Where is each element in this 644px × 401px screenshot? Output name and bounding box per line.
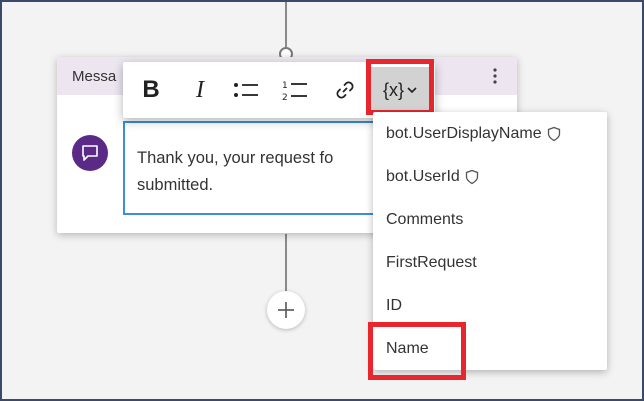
bulleted-list-icon: [234, 83, 258, 97]
menu-item-firstrequest[interactable]: FirstRequest: [386, 249, 477, 277]
card-title: Messa: [72, 68, 117, 85]
highlight-box-variable-button: [366, 59, 434, 115]
more-options-button[interactable]: [485, 65, 505, 87]
shield-icon: [547, 126, 560, 142]
svg-text:2: 2: [282, 93, 288, 101]
menu-item-label: bot.UserId: [386, 168, 460, 185]
numbered-list-icon: 1 2: [282, 81, 307, 101]
link-icon: [336, 81, 354, 99]
menu-item-id[interactable]: ID: [386, 292, 402, 320]
flow-connector-top: [285, 2, 287, 48]
menu-item-label: Comments: [386, 211, 464, 228]
menu-item-label: ID: [386, 297, 402, 314]
italic-button[interactable]: I: [182, 72, 218, 108]
shield-icon: [465, 169, 478, 185]
add-node-button[interactable]: [267, 291, 305, 329]
menu-item-bot-userid[interactable]: bot.UserId: [386, 163, 480, 191]
bold-button[interactable]: B: [133, 72, 169, 108]
highlight-box-name-item: [368, 322, 466, 380]
screenshot-frame: Messa Thank you, your request fo submitt…: [0, 0, 644, 401]
message-icon: [72, 135, 108, 171]
bulleted-list-button[interactable]: [228, 72, 264, 108]
numbered-list-button[interactable]: 1 2: [277, 72, 313, 108]
chat-bubble-icon: [82, 145, 98, 161]
menu-item-label: bot.UserDisplayName: [386, 125, 542, 142]
more-vertical-icon: [493, 68, 497, 84]
menu-item-comments[interactable]: Comments: [386, 206, 463, 234]
svg-text:1: 1: [282, 81, 288, 91]
plus-icon: [278, 302, 294, 318]
insert-link-button[interactable]: [327, 72, 363, 108]
menu-item-bot-userdisplayname[interactable]: bot.UserDisplayName: [386, 120, 562, 148]
flow-connector-bottom: [285, 234, 287, 294]
menu-item-label: FirstRequest: [386, 254, 477, 271]
